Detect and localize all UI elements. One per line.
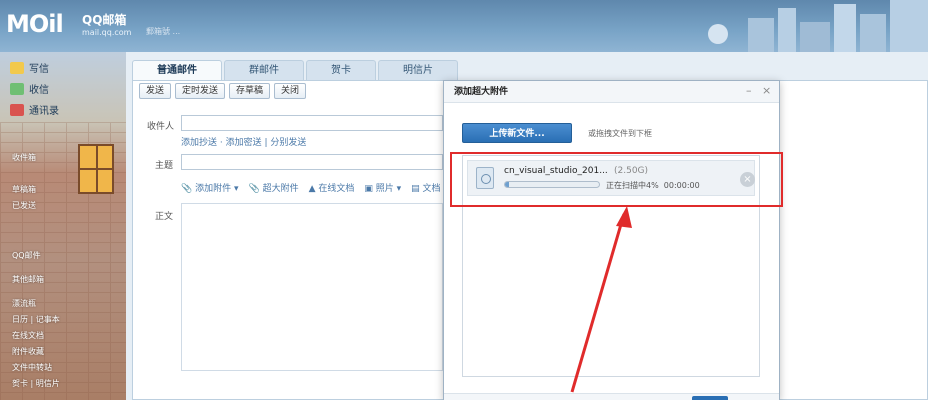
app-header: MOil QQ邮箱 mail.qq.com 郵箱號 ... <box>0 0 928 52</box>
upload-new-file-button[interactable]: 上传新文件... <box>462 123 572 143</box>
window-illustration <box>78 144 114 194</box>
attachment-toolbar: 📎 添加附件 ▾ 📎 超大附件 ▲ 在线文档 ▣ 照片 ▾ ▤ 文档 <box>181 181 441 194</box>
body-editor[interactable] <box>181 203 443 371</box>
sidebar-item-label: 通讯录 <box>29 106 59 117</box>
contacts-icon <box>10 103 24 116</box>
sidebar-link-sent[interactable]: 已发送 <box>12 200 36 211</box>
close-button[interactable]: 关闭 <box>274 83 307 99</box>
dialog-footer <box>444 393 779 400</box>
close-icon[interactable]: × <box>762 84 771 97</box>
sidebar-item-label: 写信 <box>29 64 49 75</box>
inbox-icon <box>10 82 24 95</box>
save-draft-button[interactable]: 存草稿 <box>229 83 271 99</box>
sidebar-item-label: 收信 <box>29 85 49 96</box>
compose-tabs: 普通邮件 群邮件 贺卡 明信片 <box>132 60 458 80</box>
add-attachment-link[interactable]: 📎 添加附件 ▾ <box>181 181 238 194</box>
sidebar-link-calendar[interactable]: 日历 | 记事本 <box>12 314 60 325</box>
to-label: 收件人 <box>147 122 175 132</box>
compose-toolbar: 发送 定时发送 存草稿 关闭 <box>139 83 307 99</box>
sidebar-link-other-mailbox[interactable]: 其他邮箱 <box>12 274 44 285</box>
brand-domain: mail.qq.com <box>82 28 132 37</box>
tab-postcard[interactable]: 明信片 <box>378 60 458 80</box>
sidebar-link-file-transfer[interactable]: 文件中转站 <box>12 362 52 373</box>
tab-greeting-card[interactable]: 贺卡 <box>306 60 376 80</box>
large-attachment-link[interactable]: 📎 超大附件 <box>248 181 298 194</box>
sidebar-link-online-docs[interactable]: 在线文档 <box>12 330 44 341</box>
sidebar-link-cards[interactable]: 贺卡 | 明信片 <box>12 378 60 389</box>
tab-normal-mail[interactable]: 普通邮件 <box>132 60 222 80</box>
logo[interactable]: MOil <box>6 10 64 38</box>
subject-label: 主题 <box>155 161 174 171</box>
skyline-illustration <box>708 0 928 52</box>
tab-group-mail[interactable]: 群邮件 <box>224 60 304 80</box>
photo-link[interactable]: ▣ 照片 ▾ <box>364 181 401 194</box>
sidebar-link-drift-bottle[interactable]: 漂流瓶 <box>12 298 36 309</box>
pencil-icon <box>10 61 24 74</box>
body-label: 正文 <box>155 212 174 222</box>
to-field[interactable] <box>181 115 443 131</box>
large-attachment-dialog: 添加超大附件 – × 上传新文件... 或拖拽文件到下框 cn_visual_s… <box>443 80 780 400</box>
minimize-icon[interactable]: – <box>746 84 752 97</box>
sidebar-link-qq-mail[interactable]: QQ邮件 <box>12 250 41 261</box>
online-doc-link[interactable]: ▲ 在线文档 <box>309 181 355 194</box>
sidebar-link-inbox[interactable]: 收件箱 <box>12 152 36 163</box>
sidebar-item-contacts[interactable]: 通讯录 <box>10 102 59 117</box>
sidebar-item-inbox[interactable]: 收信 <box>10 81 49 96</box>
user-account: 郵箱號 ... <box>146 27 181 36</box>
confirm-button[interactable] <box>692 396 728 400</box>
sidebar: 写信 收信 通讯录 收件箱 草稿箱 已发送 QQ邮件 其他邮箱 漂流瓶 日历 |… <box>0 52 126 400</box>
dialog-title: 添加超大附件 <box>444 81 779 103</box>
drag-hint: 或拖拽文件到下框 <box>588 129 652 138</box>
scheduled-send-button[interactable]: 定时发送 <box>175 83 226 99</box>
subject-field[interactable] <box>181 154 443 170</box>
brand-name: QQ邮箱 <box>82 13 127 27</box>
cc-bcc-links[interactable]: 添加抄送 · 添加密送 | 分别发送 <box>181 135 306 148</box>
sidebar-link-drafts[interactable]: 草稿箱 <box>12 184 36 195</box>
send-button[interactable]: 发送 <box>139 83 172 99</box>
document-link[interactable]: ▤ 文档 <box>411 181 440 194</box>
annotation-highlight-box <box>450 152 783 207</box>
sidebar-item-compose[interactable]: 写信 <box>10 60 49 75</box>
sidebar-link-attachments[interactable]: 附件收藏 <box>12 346 44 357</box>
